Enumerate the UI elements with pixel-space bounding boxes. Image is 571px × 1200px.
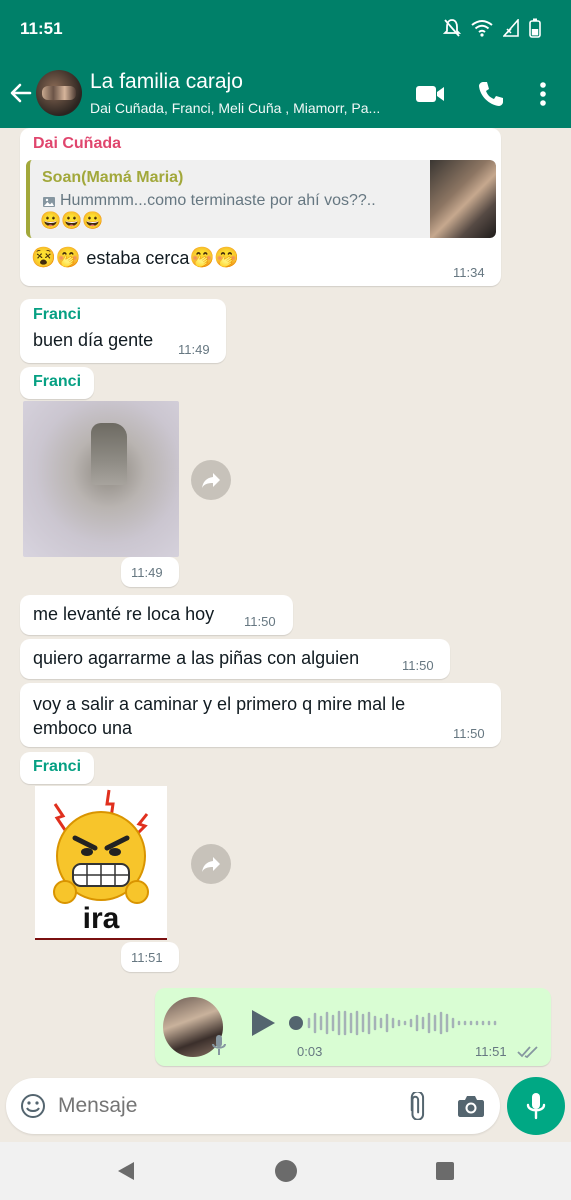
message-time: 11:49: [178, 342, 210, 357]
message-text: buen día gente: [33, 330, 154, 350]
sticker-caption: ira: [82, 902, 120, 935]
sender-name: Franci: [33, 306, 82, 323]
message-input[interactable]: [58, 1090, 378, 1122]
quoted-photo-thumbnail: [430, 160, 496, 238]
sender-name: Franci: [33, 373, 82, 390]
voice-message-bubble[interactable]: 0:03 11:51: [155, 988, 551, 1066]
forward-icon: [202, 857, 220, 872]
quoted-text: Hummmm...como terminaste por ahí vos??..: [60, 192, 376, 209]
signal-icon: [503, 19, 519, 37]
message-bubble[interactable]: me levanté re loca hoy 11:50: [20, 595, 293, 635]
message-bubble-dai[interactable]: Dai Cuñada Soan(Mamá Maria) Hummmm...com…: [20, 128, 501, 286]
status-icons: [443, 18, 541, 38]
attach-icon[interactable]: [402, 1092, 430, 1120]
waveform[interactable]: [287, 1008, 535, 1038]
message-time: 11:49: [131, 565, 163, 580]
image-time-badge: 11:49: [121, 557, 179, 587]
voice-record-button[interactable]: [507, 1077, 565, 1135]
wifi-icon: [471, 20, 493, 37]
forward-icon: [202, 473, 220, 488]
message-text: voy a salir a caminar y el primero q mir…: [33, 694, 406, 738]
group-avatar[interactable]: [36, 70, 82, 116]
emoji-prefix: 😵🤭: [31, 247, 81, 269]
video-call-icon[interactable]: [414, 78, 446, 110]
more-options-icon[interactable]: [527, 78, 559, 110]
chat-header: La familia carajo Dai Cuñada, Franci, Me…: [0, 58, 571, 128]
message-composer: [6, 1078, 500, 1134]
sender-tag: Franci: [20, 367, 94, 399]
shared-image[interactable]: [23, 401, 179, 557]
emoji-suffix: 🤭🤭: [189, 247, 240, 269]
voice-duration: 0:03: [297, 1044, 323, 1059]
mic-icon: [212, 1035, 226, 1055]
status-time: 11:51: [20, 19, 63, 38]
phone-icon[interactable]: [475, 78, 507, 110]
double-check-icon: [517, 1046, 538, 1059]
message-time: 11:51: [475, 1044, 507, 1059]
sticker-angry[interactable]: ira: [35, 786, 167, 940]
back-arrow-icon[interactable]: [8, 80, 34, 106]
message-text: estaba cerca: [86, 248, 190, 268]
message-body: 😵🤭 estaba cerca🤭🤭: [31, 245, 239, 270]
nav-back-icon[interactable]: [116, 1160, 136, 1182]
nav-recents-icon[interactable]: [435, 1161, 455, 1181]
forward-button[interactable]: [191, 460, 231, 500]
mic-icon: [526, 1093, 546, 1120]
message-text: me levanté re loca hoy: [33, 604, 215, 624]
status-bar: 11:51: [0, 0, 571, 58]
forward-button[interactable]: [191, 844, 231, 884]
message-bubble[interactable]: quiero agarrarme a las piñas con alguien…: [20, 639, 450, 679]
play-icon[interactable]: [249, 1008, 277, 1038]
nav-home-icon[interactable]: [274, 1159, 298, 1183]
message-time: 11:50: [453, 726, 485, 741]
group-title[interactable]: La familia carajo: [90, 70, 243, 94]
message-time: 11:51: [131, 950, 163, 965]
sender-name: Franci: [33, 758, 82, 775]
sender-tag: Franci: [20, 752, 94, 784]
system-navigation-bar: [0, 1142, 571, 1200]
quoted-emojis: 😀😀😀: [40, 211, 104, 230]
mute-notifications-icon: [443, 19, 461, 37]
image-subject: [91, 423, 127, 485]
battery-icon: [529, 18, 541, 38]
quoted-author: Soan(Mamá Maria): [42, 169, 184, 186]
sticker-time-badge: 11:51: [121, 942, 179, 972]
message-time: 11:34: [453, 265, 485, 280]
sender-name: Dai Cuñada: [33, 135, 122, 152]
group-members[interactable]: Dai Cuñada, Franci, Meli Cuña , Miamorr,…: [90, 100, 395, 116]
message-text: quiero agarrarme a las piñas con alguien: [33, 648, 360, 668]
image-icon: [43, 197, 55, 207]
quoted-message[interactable]: Soan(Mamá Maria) Hummmm...como terminast…: [26, 160, 496, 238]
chat-area[interactable]: Dai Cuñada Soan(Mamá Maria) Hummmm...com…: [0, 128, 571, 1078]
camera-icon[interactable]: [457, 1093, 485, 1119]
message-bubble[interactable]: voy a salir a caminar y el primero q mir…: [20, 683, 501, 747]
message-time: 11:50: [244, 614, 276, 629]
emoji-icon[interactable]: [20, 1093, 46, 1119]
angry-face-icon: [53, 789, 149, 904]
message-bubble-franci[interactable]: Franci buen día gente 11:49: [20, 299, 226, 363]
message-time: 11:50: [402, 658, 434, 673]
